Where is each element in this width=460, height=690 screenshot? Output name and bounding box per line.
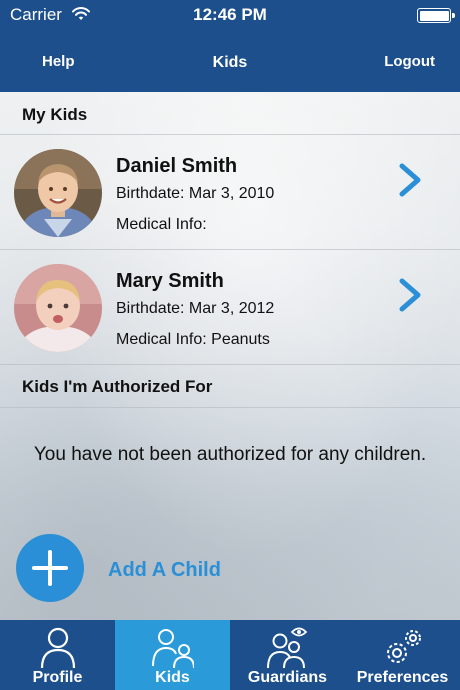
status-bar: Carrier 12:46 PM [0, 0, 460, 32]
add-child-button[interactable] [16, 534, 84, 602]
kids-icon [152, 629, 194, 668]
status-time: 12:46 PM [193, 5, 267, 24]
divider [0, 364, 460, 365]
avatar-daniel [14, 149, 102, 237]
tab-label: Kids [155, 669, 190, 686]
divider [0, 407, 460, 408]
chevron-right-icon [399, 163, 421, 197]
avatar-mary [14, 264, 102, 352]
plus-icon [32, 550, 68, 586]
add-child-link[interactable]: Add A Child [108, 559, 221, 582]
kid-medical-info: Medical Info: [116, 216, 207, 233]
tab-preferences[interactable]: Preferences [345, 620, 460, 690]
chevron-right-icon [399, 278, 421, 312]
tab-label: Guardians [247, 669, 328, 686]
tab-bar: Profile Kids Guardians Preferences [0, 620, 460, 690]
logout-button[interactable]: Logout [384, 53, 435, 70]
kid-medical-info: Medical Info: Peanuts [116, 331, 270, 348]
person-icon [40, 627, 76, 668]
section-header-authorized: Kids I'm Authorized For [22, 377, 213, 396]
tab-label: Profile [32, 669, 83, 686]
kid-birthdate: Birthdate: Mar 3, 2010 [116, 185, 275, 202]
kid-birthdate: Birthdate: Mar 3, 2012 [116, 300, 275, 317]
kid-name: Mary Smith [116, 270, 224, 292]
section-header-my-kids: My Kids [22, 105, 88, 124]
kid-row-daniel[interactable]: Daniel Smith Birthdate: Mar 3, 2010 Medi… [0, 135, 460, 249]
kid-name: Daniel Smith [116, 155, 238, 177]
battery-icon [417, 8, 455, 23]
tab-label: Preferences [356, 669, 449, 686]
tab-guardians[interactable]: Guardians [230, 620, 345, 690]
guardians-eye-icon [267, 627, 308, 668]
tab-kids[interactable]: Kids [115, 620, 230, 690]
gears-icon [387, 630, 421, 663]
empty-state-message: You have not been authorized for any chi… [33, 444, 427, 465]
kid-row-mary[interactable]: Mary Smith Birthdate: Mar 3, 2012 Medica… [0, 250, 460, 364]
main-content: My Kids Daniel Smith Birthdate: Mar 3, 2… [0, 92, 460, 620]
navigation-bar: Help Kids Logout [0, 32, 460, 92]
tab-profile[interactable]: Profile [0, 620, 115, 690]
